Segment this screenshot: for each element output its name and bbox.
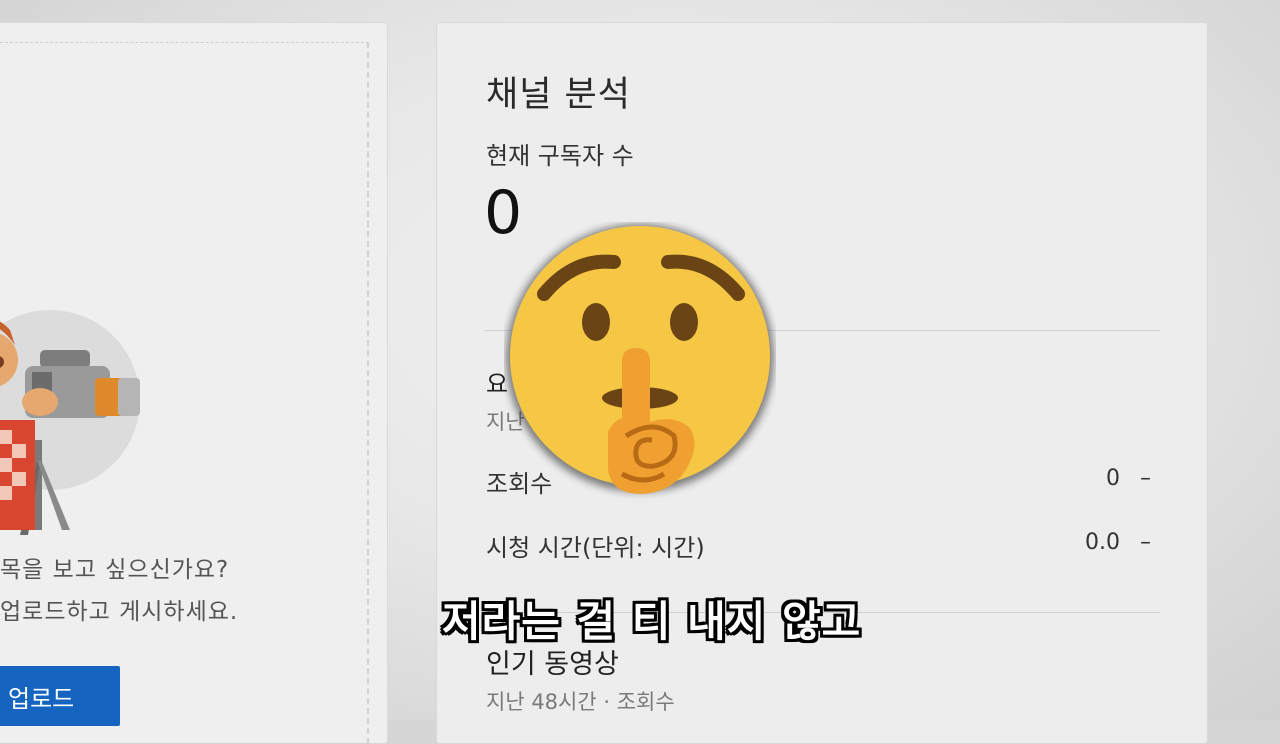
- videographer-illustration: [0, 310, 140, 535]
- watch-time-label: 시청 시간(단위: 시간): [486, 534, 705, 562]
- shushing-face-icon: [506, 224, 774, 494]
- watch-time-value: 0.0: [1085, 530, 1120, 555]
- views-trend: –: [1140, 466, 1151, 491]
- analytics-title: 채널 분석: [486, 75, 631, 115]
- upload-button[interactable]: 업로드: [0, 666, 120, 726]
- upload-prompt-line2: 업로드하고 게시하세요.: [0, 599, 239, 625]
- popular-videos-subtitle: 지난 48시간 · 조회수: [486, 690, 675, 714]
- subscribers-label: 현재 구독자 수: [486, 142, 634, 170]
- watch-time-trend: –: [1140, 530, 1151, 555]
- views-value: 0: [1106, 466, 1120, 491]
- upload-prompt-line1: 목을 보고 싶으신가요?: [0, 557, 230, 583]
- subtitle-caption: 저라는 걸 티 내지 않고: [442, 597, 862, 646]
